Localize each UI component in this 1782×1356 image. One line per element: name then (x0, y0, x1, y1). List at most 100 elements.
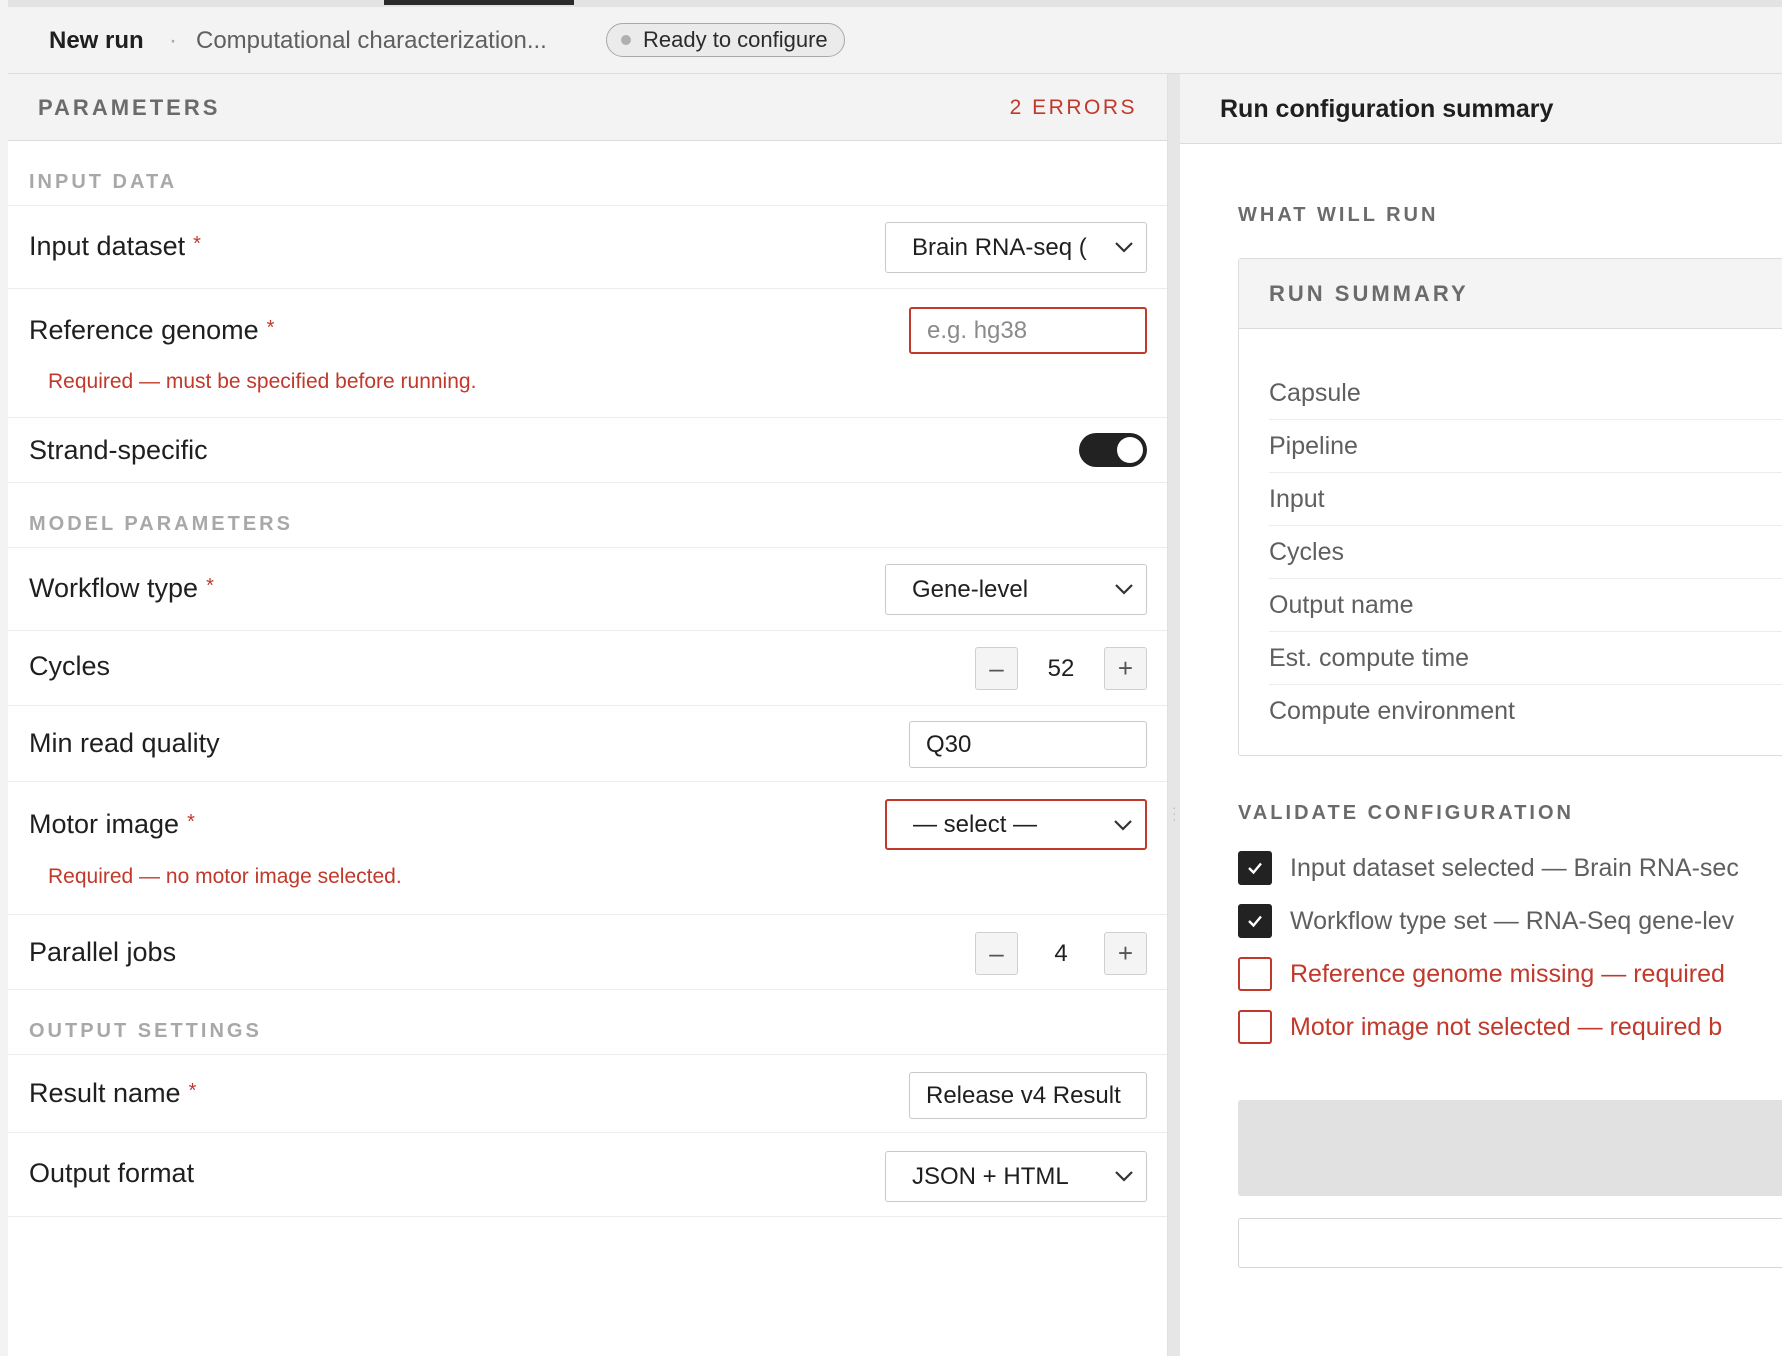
cycles-increment-button[interactable]: + (1104, 647, 1147, 690)
parameters-header: PARAMETERS 2 ERRORS (8, 74, 1167, 141)
cycles-decrement-button[interactable]: – (975, 647, 1018, 690)
check-label: Motor image not selected — required b (1290, 1012, 1723, 1041)
row-strand-specific: Strand-specific (8, 418, 1167, 483)
chevron-down-icon (1115, 1171, 1133, 1182)
chevron-down-icon (1115, 584, 1133, 595)
required-asterisk: * (187, 811, 195, 833)
parallel-jobs-decrement-button[interactable]: – (975, 932, 1018, 975)
input-dataset-select[interactable]: Brain RNA-seq ( (885, 222, 1147, 273)
parallel-jobs-stepper: – 4 + (975, 932, 1147, 975)
reference-genome-input[interactable] (909, 307, 1147, 354)
validate-configuration-title: VALIDATE CONFIGURATION (1238, 802, 1574, 824)
result-name-label: Result name * (29, 1078, 197, 1108)
run-summary-list: Capsule Pipeline Input Cycles Output nam… (1269, 367, 1782, 738)
row-output-format: Output format JSON + HTML (8, 1133, 1167, 1217)
row-min-read-quality: Min read quality (8, 706, 1167, 782)
section-input-data: INPUT DATA (8, 141, 1167, 206)
strand-specific-toggle[interactable] (1079, 433, 1147, 467)
error-count[interactable]: 2 ERRORS (1010, 74, 1137, 141)
required-asterisk: * (206, 575, 214, 597)
checkbox-checked[interactable] (1238, 851, 1272, 885)
summary-header: Run configuration summary (1180, 74, 1782, 144)
reference-genome-label: Reference genome * (29, 315, 275, 345)
cycles-label: Cycles (29, 651, 111, 681)
status-badge: Ready to configure (606, 23, 845, 57)
motor-image-value: — select — (913, 810, 1038, 838)
breadcrumb-new-run[interactable]: New run (49, 7, 144, 74)
check-label: Input dataset selected — Brain RNA-sec (1290, 853, 1739, 882)
check-label: Workflow type set — RNA-Seq gene-lev (1290, 906, 1735, 935)
breadcrumb-capsule-title[interactable]: Computational characterization... (196, 7, 547, 74)
drag-grip-icon: · · · (1172, 799, 1177, 827)
row-input-dataset: Input dataset * Brain RNA-seq ( (8, 206, 1167, 289)
summary-item-compute-time: Est. compute time (1269, 632, 1782, 685)
checkbox-checked[interactable] (1238, 904, 1272, 938)
check-label: Reference genome missing — required (1290, 959, 1725, 988)
summary-panel: Run configuration summary WHAT WILL RUN … (1180, 74, 1782, 1356)
summary-item-output-name: Output name (1269, 579, 1782, 632)
checkbox-unchecked[interactable] (1238, 1010, 1272, 1044)
run-button[interactable] (1238, 1100, 1782, 1196)
breadcrumb-separator: · (169, 26, 177, 54)
output-format-label: Output format (29, 1158, 195, 1188)
output-format-select[interactable]: JSON + HTML (885, 1151, 1147, 1202)
summary-title: Run configuration summary (1220, 95, 1554, 123)
reference-genome-error: Required — must be specified before runn… (48, 370, 477, 393)
parallel-jobs-label: Parallel jobs (29, 937, 177, 967)
input-dataset-label: Input dataset * (29, 231, 201, 261)
summary-item-cycles: Cycles (1269, 526, 1782, 579)
toggle-knob (1117, 437, 1143, 463)
checkbox-unchecked[interactable] (1238, 957, 1272, 991)
row-parallel-jobs: Parallel jobs – 4 + (8, 915, 1167, 990)
result-name-input[interactable] (909, 1072, 1147, 1119)
summary-item-input: Input (1269, 473, 1782, 526)
cycles-stepper: – 52 + (975, 647, 1147, 690)
run-summary-title: RUN SUMMARY (1269, 281, 1469, 306)
run-summary-header: RUN SUMMARY (1239, 259, 1782, 329)
panel-resize-handle[interactable]: · · · (1168, 74, 1180, 1356)
parameters-panel: PARAMETERS 2 ERRORS INPUT DATA Input dat… (8, 74, 1168, 1356)
min-read-quality-label: Min read quality (29, 728, 220, 758)
workflow-type-select[interactable]: Gene-level (885, 564, 1147, 615)
row-workflow-type: Workflow type * Gene-level (8, 548, 1167, 631)
check-motor-image[interactable]: Motor image not selected — required b (1238, 1009, 1722, 1045)
what-will-run-title: WHAT WILL RUN (1238, 204, 1439, 226)
parallel-jobs-value[interactable]: 4 (1018, 932, 1104, 975)
row-motor-image: Motor image * — select — Required — no mo… (8, 782, 1167, 915)
motor-image-select[interactable]: — select — (885, 799, 1147, 850)
summary-item-pipeline: Pipeline (1269, 420, 1782, 473)
run-summary-card: RUN SUMMARY Capsule Pipeline Input Cycle… (1238, 258, 1782, 756)
required-asterisk: * (266, 317, 275, 339)
chevron-down-icon (1114, 820, 1132, 831)
min-read-quality-input[interactable] (909, 721, 1147, 768)
checkmark-icon (1248, 862, 1262, 875)
checkmark-icon (1248, 915, 1262, 928)
chevron-down-icon (1115, 242, 1133, 253)
required-asterisk: * (193, 233, 201, 255)
check-input-dataset[interactable]: Input dataset selected — Brain RNA-sec (1238, 850, 1739, 886)
row-result-name: Result name * (8, 1055, 1167, 1133)
input-dataset-value: Brain RNA-seq ( (912, 233, 1087, 261)
workflow-type-value: Gene-level (912, 575, 1029, 603)
active-tab-indicator (384, 0, 574, 5)
status-dot-icon (621, 35, 631, 45)
motor-image-label: Motor image * (29, 809, 195, 839)
top-bar: New run · Computational characterization… (8, 0, 1782, 74)
section-title: OUTPUT SETTINGS (29, 1020, 262, 1042)
strand-specific-label: Strand-specific (29, 435, 208, 465)
section-output-settings: OUTPUT SETTINGS (8, 990, 1167, 1055)
status-badge-label: Ready to configure (643, 27, 828, 52)
required-asterisk: * (188, 1080, 197, 1102)
check-workflow-type[interactable]: Workflow type set — RNA-Seq gene-lev (1238, 903, 1734, 939)
section-model-parameters: MODEL PARAMETERS (8, 483, 1167, 548)
section-title: INPUT DATA (29, 171, 178, 193)
motor-image-error: Required — no motor image selected. (48, 865, 402, 888)
parameters-title: PARAMETERS (38, 95, 221, 120)
cycles-value[interactable]: 52 (1018, 647, 1104, 690)
secondary-action-button[interactable] (1238, 1218, 1782, 1268)
output-format-value: JSON + HTML (912, 1162, 1069, 1190)
parallel-jobs-increment-button[interactable]: + (1104, 932, 1147, 975)
check-reference-genome[interactable]: Reference genome missing — required (1238, 956, 1725, 992)
workflow-type-label: Workflow type * (29, 573, 214, 603)
summary-item-capsule: Capsule (1269, 367, 1782, 420)
